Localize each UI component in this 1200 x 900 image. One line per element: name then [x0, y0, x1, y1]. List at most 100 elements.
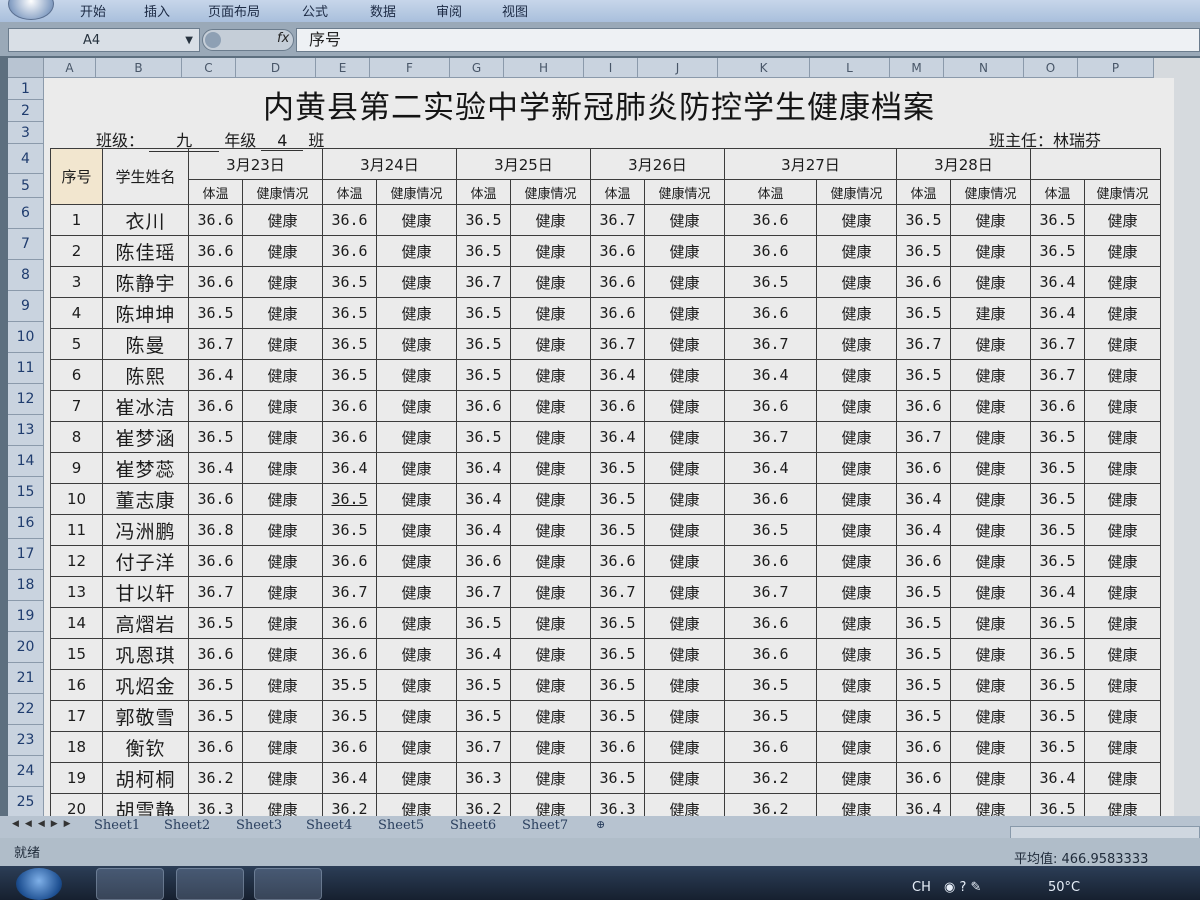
cell-temperature[interactable]: 36.2	[456, 793, 511, 816]
cell-health[interactable]: 健康	[1084, 731, 1161, 763]
cell-health[interactable]: 健康	[816, 700, 897, 732]
cell-health[interactable]: 健康	[816, 452, 897, 484]
cell-health[interactable]: 健康	[376, 204, 457, 236]
cell-health[interactable]: 健康	[816, 607, 897, 639]
row-header-24[interactable]: 24	[8, 756, 44, 787]
cell-temperature[interactable]: 36.6	[896, 731, 951, 763]
cell-name[interactable]: 郭敬雪	[102, 700, 189, 732]
cell-health[interactable]: 健康	[242, 483, 323, 515]
cell-health[interactable]: 健康	[242, 204, 323, 236]
column-header-m[interactable]: M	[890, 58, 944, 78]
sheet-tab-5[interactable]: Sheet5	[378, 818, 424, 833]
cell-no[interactable]: 3	[50, 266, 103, 298]
cell-health[interactable]: 健康	[242, 328, 323, 360]
cell-health[interactable]: 健康	[242, 359, 323, 391]
cell-temperature[interactable]: 36.6	[322, 731, 377, 763]
row-header-15[interactable]: 15	[8, 477, 44, 508]
cell-temperature[interactable]: 36.5	[188, 607, 243, 639]
cell-temperature[interactable]: 36.6	[724, 607, 817, 639]
cell-no[interactable]: 5	[50, 328, 103, 360]
cell-name[interactable]: 陈静宇	[102, 266, 189, 298]
cell-name[interactable]: 衣川	[102, 204, 189, 236]
cell-health[interactable]: 健康	[816, 793, 897, 816]
cell-health[interactable]: 健康	[644, 514, 725, 546]
cell-health[interactable]: 健康	[1084, 793, 1161, 816]
row-header-7[interactable]: 7	[8, 229, 44, 260]
cell-temperature[interactable]: 36.5	[896, 576, 951, 608]
cell-temperature[interactable]: 36.4	[724, 452, 817, 484]
cell-health[interactable]: 健康	[510, 204, 591, 236]
tab-formulas[interactable]: 公式	[302, 1, 328, 20]
cell-no[interactable]: 14	[50, 607, 103, 639]
cell-health[interactable]: 健康	[644, 576, 725, 608]
subheader-health[interactable]: 健康情况	[510, 179, 591, 205]
cell-health[interactable]: 健康	[816, 669, 897, 701]
cell-health[interactable]: 健康	[510, 545, 591, 577]
cell-temperature[interactable]: 36.5	[1030, 669, 1085, 701]
subheader-temperature[interactable]: 体温	[1030, 179, 1085, 205]
cell-temperature[interactable]: 36.6	[896, 762, 951, 794]
cell-temperature[interactable]: 36.5	[590, 607, 645, 639]
cell-temperature[interactable]: 36.5	[456, 204, 511, 236]
cell-temperature[interactable]: 36.5	[896, 669, 951, 701]
cell-name[interactable]: 陈佳瑶	[102, 235, 189, 267]
cell-temperature[interactable]: 36.5	[1030, 793, 1085, 816]
sheet-tab-7[interactable]: Sheet7	[522, 818, 568, 833]
cell-health[interactable]: 健康	[1084, 638, 1161, 670]
cell-name[interactable]: 胡雪静	[102, 793, 189, 816]
cell-temperature[interactable]: 36.4	[1030, 762, 1085, 794]
cell-no[interactable]: 17	[50, 700, 103, 732]
cell-temperature[interactable]: 36.6	[724, 731, 817, 763]
cell-temperature[interactable]: 36.6	[188, 235, 243, 267]
cell-health[interactable]: 健康	[376, 793, 457, 816]
cell-health[interactable]: 健康	[1084, 266, 1161, 298]
cell-health[interactable]: 健康	[242, 545, 323, 577]
cell-temperature[interactable]: 36.5	[188, 700, 243, 732]
column-header-j[interactable]: J	[638, 58, 718, 78]
cell-health[interactable]: 健康	[242, 576, 323, 608]
cell-health[interactable]: 健康	[644, 700, 725, 732]
cell-health[interactable]: 健康	[644, 731, 725, 763]
cell-temperature[interactable]: 36.7	[1030, 328, 1085, 360]
cell-temperature[interactable]: 36.5	[590, 483, 645, 515]
cell-name[interactable]: 陈熙	[102, 359, 189, 391]
cell-temperature[interactable]: 36.4	[1030, 576, 1085, 608]
cell-no[interactable]: 4	[50, 297, 103, 329]
cell-name[interactable]: 冯洲鹏	[102, 514, 189, 546]
cell-health[interactable]: 健康	[950, 607, 1031, 639]
cell-temperature[interactable]: 36.3	[456, 762, 511, 794]
cell-temperature[interactable]: 36.6	[724, 390, 817, 422]
cell-temperature[interactable]: 36.5	[1030, 421, 1085, 453]
cell-temperature[interactable]: 36.3	[188, 793, 243, 816]
tab-review[interactable]: 审阅	[436, 1, 462, 20]
cell-temperature[interactable]: 36.2	[188, 762, 243, 794]
cell-health[interactable]: 健康	[816, 421, 897, 453]
subheader-health[interactable]: 健康情况	[816, 179, 897, 205]
cell-health[interactable]: 健康	[644, 545, 725, 577]
cell-temperature[interactable]: 36.5	[456, 328, 511, 360]
cell-temperature[interactable]: 36.5	[188, 421, 243, 453]
cell-temperature[interactable]: 36.5	[456, 669, 511, 701]
cell-health[interactable]: 健康	[950, 452, 1031, 484]
sheet-tab-1[interactable]: Sheet1	[94, 818, 140, 833]
row-header-25[interactable]: 25	[8, 787, 44, 816]
cell-temperature[interactable]: 36.6	[724, 545, 817, 577]
cell-no[interactable]: 1	[50, 204, 103, 236]
sheet-nav-arrows-icon[interactable]: ◀◀◀▶▶	[12, 819, 77, 829]
cell-health[interactable]: 健康	[644, 421, 725, 453]
cell-temperature[interactable]: 36.5	[1030, 700, 1085, 732]
cell-temperature[interactable]: 36.6	[188, 204, 243, 236]
cell-health[interactable]: 健康	[950, 731, 1031, 763]
subheader-temperature[interactable]: 体温	[896, 179, 951, 205]
cell-no[interactable]: 10	[50, 483, 103, 515]
row-header-9[interactable]: 9	[8, 291, 44, 322]
cell-health[interactable]: 健康	[644, 266, 725, 298]
cell-health[interactable]: 健康	[242, 793, 323, 816]
cell-health[interactable]: 健康	[816, 204, 897, 236]
cell-health[interactable]: 健康	[1084, 204, 1161, 236]
cell-health[interactable]: 健康	[242, 638, 323, 670]
cell-temperature[interactable]: 36.2	[322, 793, 377, 816]
cell-health[interactable]: 健康	[510, 793, 591, 816]
cell-health[interactable]: 健康	[242, 235, 323, 267]
cell-temperature[interactable]: 36.5	[456, 297, 511, 329]
